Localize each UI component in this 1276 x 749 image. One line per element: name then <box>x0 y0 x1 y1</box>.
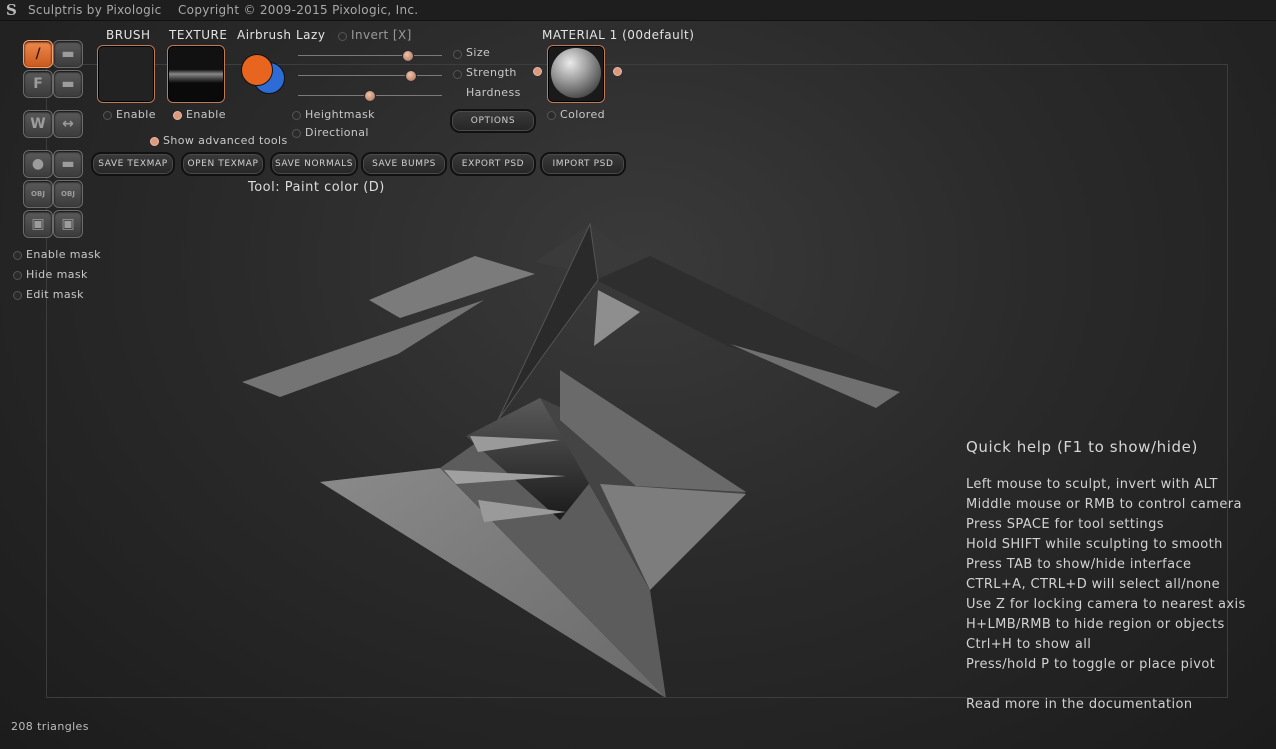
material-swatch[interactable] <box>547 45 605 103</box>
size-label: Size <box>466 46 491 59</box>
quick-help-line: H+LMB/RMB to hide region or objects <box>966 617 1225 632</box>
save-bumps-button[interactable]: SAVE BUMPS <box>361 152 447 176</box>
colored-label: Colored <box>560 108 606 121</box>
edit-mask-label: Edit mask <box>26 288 84 301</box>
inflate-icon: ▬ <box>61 76 75 92</box>
save-texmap-button[interactable]: SAVE TEXMAP <box>91 152 175 176</box>
directional-toggle[interactable] <box>292 129 301 138</box>
triangle-count: 208 triangles <box>11 720 89 733</box>
hardness-label: Hardness <box>466 86 521 99</box>
draw-tool-button[interactable]: / <box>23 40 53 68</box>
plane-icon: ▬ <box>61 156 75 172</box>
flatten-icon: F <box>33 76 43 92</box>
hide-mask-label: Hide mask <box>26 268 88 281</box>
inflate-tool-button[interactable]: ▬ <box>53 70 83 98</box>
tool-status-label: Tool: Paint color (D) <box>248 180 385 195</box>
invert-label: Invert [X] <box>351 28 412 42</box>
brush-enable-toggle[interactable] <box>103 111 112 120</box>
quick-help-line: Ctrl+H to show all <box>966 637 1092 652</box>
export-psd-button[interactable]: EXPORT PSD <box>450 152 536 176</box>
crease-icon: ▬ <box>61 46 75 62</box>
texture-header: TEXTURE <box>169 28 228 42</box>
quick-help-title: Quick help (F1 to show/hide) <box>966 438 1198 456</box>
airbrush-header: Airbrush <box>237 28 292 42</box>
colored-toggle[interactable] <box>547 111 556 120</box>
open-file-button[interactable]: ▣ <box>23 210 53 238</box>
texture-enable-toggle[interactable] <box>173 111 182 120</box>
material-next-arrow[interactable] <box>613 67 622 76</box>
heightmask-label: Heightmask <box>305 108 375 121</box>
documentation-link[interactable]: Read more in the documentation <box>966 697 1193 712</box>
brush-enable-label: Enable <box>116 108 156 121</box>
primary-color-swatch[interactable] <box>241 54 273 86</box>
size-pressure-toggle[interactable] <box>453 50 462 59</box>
import-psd-button[interactable]: IMPORT PSD <box>540 152 626 176</box>
strength-pressure-toggle[interactable] <box>453 70 462 79</box>
brush-header: BRUSH <box>106 28 151 42</box>
open-texmap-button[interactable]: OPEN TEXMAP <box>181 152 265 176</box>
pinch-tool-button[interactable]: W <box>23 110 53 138</box>
quick-help-line: Press SPACE for tool settings <box>966 517 1164 532</box>
directional-label: Directional <box>305 126 369 139</box>
quick-help-line: CTRL+A, CTRL+D will select all/none <box>966 577 1221 592</box>
lazy-header: Lazy <box>296 28 326 42</box>
mesh-face <box>242 300 484 397</box>
symmetry-tool-button[interactable]: ↔ <box>53 110 83 138</box>
strength-label: Strength <box>466 66 517 79</box>
import-obj-icon: OBJ <box>31 190 45 198</box>
hardness-slider-knob[interactable] <box>363 90 376 102</box>
sphere-icon: ● <box>31 156 45 172</box>
texture-swatch[interactable] <box>167 45 225 103</box>
flatten-tool-button[interactable]: F <box>23 70 53 98</box>
quick-help-line: Press TAB to show/hide interface <box>966 557 1192 572</box>
quick-help-line: Left mouse to sculpt, invert with ALT <box>966 477 1218 492</box>
hide-mask-toggle[interactable] <box>13 271 22 280</box>
draw-icon: / <box>35 46 41 62</box>
heightmask-toggle[interactable] <box>292 111 301 120</box>
material-prev-arrow[interactable] <box>533 67 542 76</box>
show-advanced-tools-label: Show advanced tools <box>163 134 288 147</box>
symmetry-icon: ↔ <box>62 116 74 132</box>
export-obj-icon: OBJ <box>61 190 75 198</box>
open-file-icon: ▣ <box>31 216 45 232</box>
material-sphere-preview <box>551 48 601 98</box>
size-slider-track[interactable] <box>298 55 442 56</box>
enable-mask-label: Enable mask <box>26 248 101 261</box>
quick-help-line: Hold SHIFT while sculpting to smooth <box>966 537 1223 552</box>
edit-mask-toggle[interactable] <box>13 291 22 300</box>
invert-toggle[interactable] <box>338 32 347 41</box>
save-file-button[interactable]: ▣ <box>53 210 83 238</box>
show-advanced-tools-toggle[interactable] <box>150 137 159 146</box>
quick-help-line: Press/hold P to toggle or place pivot <box>966 657 1216 672</box>
export-obj-button[interactable]: OBJ <box>53 180 83 208</box>
strength-slider-track[interactable] <box>298 75 442 76</box>
quick-help-line: Use Z for locking camera to nearest axis <box>966 597 1246 612</box>
plane-tool-button[interactable]: ▬ <box>53 150 83 178</box>
sphere-tool-button[interactable]: ● <box>23 150 53 178</box>
mesh-face <box>596 256 896 394</box>
options-button[interactable]: OPTIONS <box>450 109 536 133</box>
import-obj-button[interactable]: OBJ <box>23 180 53 208</box>
save-file-icon: ▣ <box>61 216 75 232</box>
material-header: MATERIAL 1 (00default) <box>542 28 695 42</box>
pinch-icon: W <box>30 116 46 132</box>
texture-enable-label: Enable <box>186 108 226 121</box>
enable-mask-toggle[interactable] <box>13 251 22 260</box>
mesh-face <box>369 256 535 318</box>
crease-tool-button[interactable]: ▬ <box>53 40 83 68</box>
save-normals-button[interactable]: SAVE NORMALS <box>270 152 358 176</box>
brush-alpha-swatch[interactable] <box>97 45 155 103</box>
quick-help-line: Middle mouse or RMB to control camera <box>966 497 1242 512</box>
